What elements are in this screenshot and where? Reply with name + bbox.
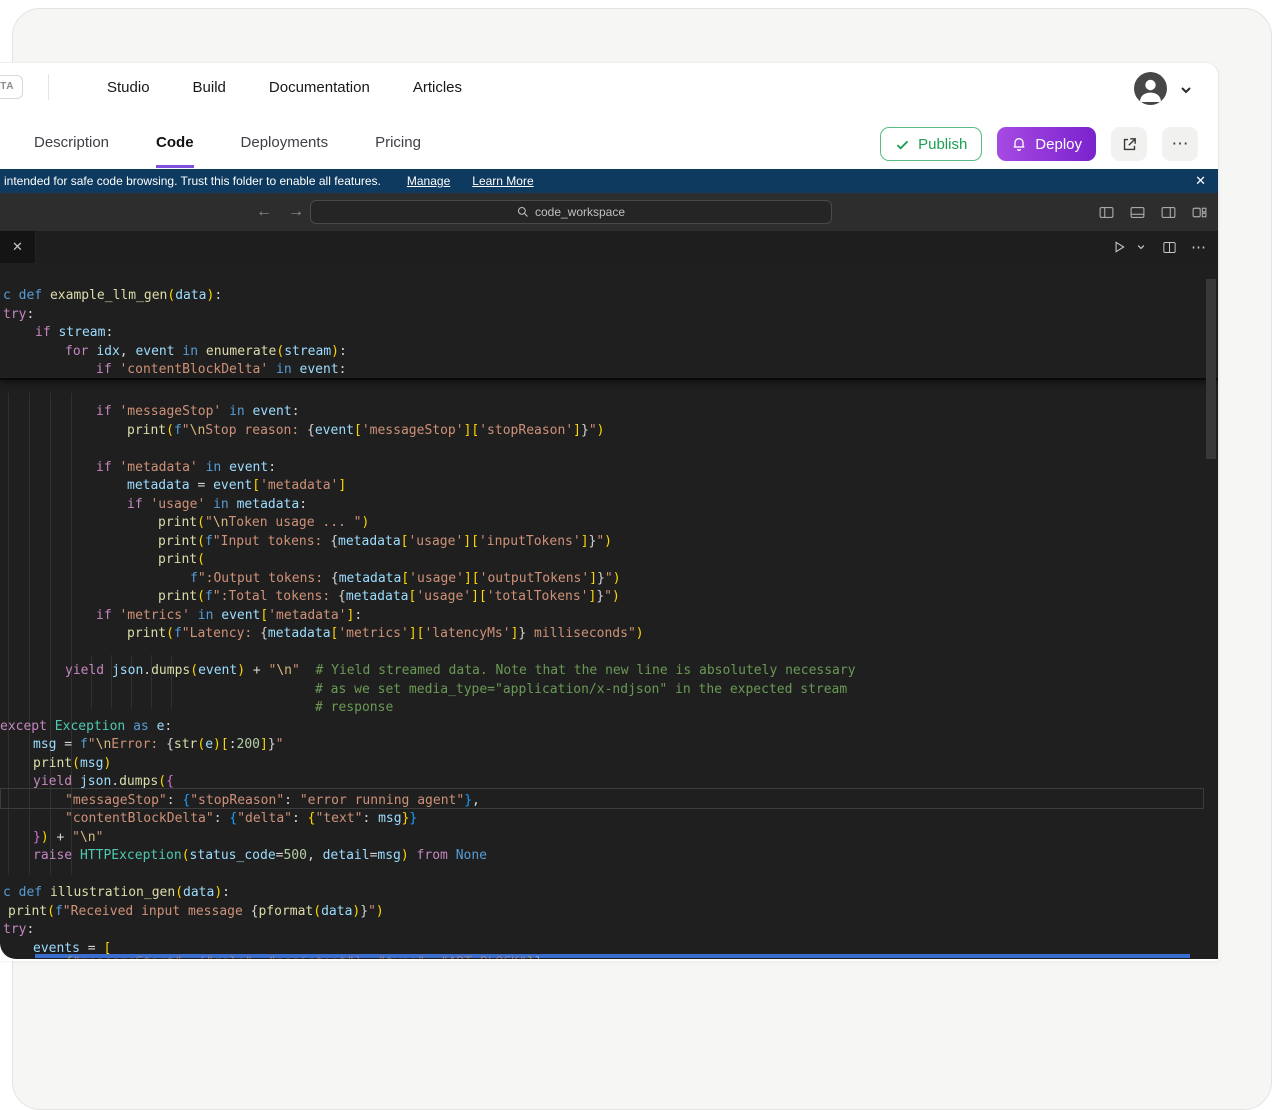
nav-item-articles[interactable]: Articles	[413, 63, 462, 113]
editor-more-icon[interactable]: ⋯	[1191, 238, 1206, 256]
code-line: print(f"Received input message {pformat(…	[8, 902, 384, 921]
workspace-name: code_workspace	[535, 205, 625, 219]
app-card: ETA Studio Build Documentation Articles Des…	[0, 62, 1219, 961]
search-magnifier-icon	[517, 206, 529, 218]
code-line: yield json.dumps({	[33, 772, 174, 791]
nav-divider	[48, 74, 49, 100]
code-line: if 'usage' in metadata:	[127, 495, 307, 514]
code-line: "messageStop": {"stopReason": "error run…	[65, 791, 480, 810]
avatar[interactable]	[1134, 72, 1167, 105]
code-line: print(f":Total tokens: {metadata['usage'…	[158, 587, 620, 606]
tab-close-icon[interactable]: ✕	[0, 231, 36, 263]
panel-bottom-icon[interactable]	[1126, 201, 1148, 223]
code-line: f":Output tokens: {metadata['usage']['ou…	[190, 569, 621, 588]
layout-controls	[1095, 201, 1210, 223]
bell-icon	[1011, 136, 1027, 152]
tab-pricing[interactable]: Pricing	[375, 121, 421, 168]
code-line: if 'metrics' in event['metadata']:	[96, 606, 362, 625]
panel-right-icon[interactable]	[1157, 201, 1179, 223]
banner-close-icon[interactable]: ✕	[1195, 173, 1206, 189]
code-line: {"messageStart": {"role": "assistant"}, …	[65, 953, 550, 959]
code-line: if 'contentBlockDelta' in event:	[96, 360, 346, 379]
nav-item-studio[interactable]: Studio	[107, 63, 150, 113]
code-editor[interactable]: print(event['contentBlockDelta']['delta'…	[0, 263, 1218, 959]
command-center-search[interactable]: code_workspace	[310, 200, 832, 224]
code-line: print(f"Latency: {metadata['metrics']['l…	[127, 624, 644, 643]
page-actions: Publish Deploy ⋯	[880, 127, 1198, 161]
banner-learn-more-link[interactable]: Learn More	[472, 174, 533, 188]
more-actions-button[interactable]: ⋯	[1162, 127, 1198, 161]
restricted-mode-banner: intended for safe code browsing. Trust t…	[0, 169, 1218, 193]
code-line: # response	[315, 698, 393, 717]
code-line: except Exception as e:	[0, 717, 172, 736]
tab-description[interactable]: Description	[34, 121, 109, 168]
code-line: }) + "\n"	[33, 828, 103, 847]
editor-titlebar: ← → code_workspace	[0, 193, 1218, 231]
open-external-button[interactable]	[1111, 127, 1147, 161]
code-line: # as we set media_type="application/x-nd…	[315, 680, 847, 699]
nav-item-documentation[interactable]: Documentation	[269, 63, 370, 113]
sticky-scroll: c def example_llm_gen(data):try:if strea…	[0, 263, 1218, 380]
code-line: print(f"Input tokens: {metadata['usage']…	[158, 532, 612, 551]
editor-tabbar: ✕ ⋯	[0, 231, 1218, 263]
publish-button[interactable]: Publish	[880, 127, 982, 161]
code-line: msg = f"\nError: {str(e)[:200]}"	[33, 735, 284, 754]
code-line: metadata = event['metadata']	[127, 476, 346, 495]
panel-left-icon[interactable]	[1095, 201, 1117, 223]
deploy-button[interactable]: Deploy	[997, 127, 1096, 161]
code-line: raise HTTPException(status_code=500, det…	[33, 846, 487, 865]
code-line: yield json.dumps(event) + "\n" # Yield s…	[65, 661, 856, 680]
code-line: if stream:	[35, 323, 113, 342]
code-line: try:	[3, 920, 34, 939]
ellipsis-icon: ⋯	[1172, 134, 1189, 154]
code-line: print(	[158, 550, 205, 569]
code-line: if 'metadata' in event:	[96, 458, 276, 477]
run-play-icon[interactable]	[1112, 240, 1126, 254]
page-tabs-row: Description Code Deployments Pricing Publis…	[0, 113, 1218, 169]
code-line: print(f"\nStop reason: {event['messageSt…	[127, 421, 604, 440]
external-link-icon	[1121, 136, 1138, 153]
split-editor-icon[interactable]	[1162, 240, 1177, 255]
publish-label: Publish	[918, 136, 967, 153]
beta-badge: ETA	[0, 75, 23, 99]
top-navbar: ETA Studio Build Documentation Articles	[0, 63, 1218, 113]
code-line: "contentBlockDelta": {"delta": {"text": …	[65, 809, 417, 828]
chevron-down-icon[interactable]	[1179, 83, 1193, 97]
deploy-label: Deploy	[1035, 136, 1082, 153]
page-tabs: Description Code Deployments Pricing	[34, 121, 421, 169]
banner-manage-link[interactable]: Manage	[407, 174, 450, 188]
editor-scrollbar[interactable]	[1206, 279, 1216, 459]
avatar-person-icon	[1134, 72, 1167, 105]
code-line: for idx, event in enumerate(stream):	[65, 342, 347, 361]
code-line: if 'messageStop' in event:	[96, 402, 300, 421]
code-line: c def illustration_gen(data):	[3, 883, 230, 902]
run-chevron-icon[interactable]	[1136, 242, 1146, 252]
check-icon	[895, 137, 910, 152]
code-line: print(msg)	[33, 754, 111, 773]
tab-code[interactable]: Code	[156, 121, 194, 168]
code-line: c def example_llm_gen(data):	[3, 286, 222, 305]
nav-item-build[interactable]: Build	[193, 63, 226, 113]
back-arrow-icon[interactable]: ←	[256, 193, 272, 231]
banner-message: intended for safe code browsing. Trust t…	[4, 174, 381, 188]
tab-deployments[interactable]: Deployments	[241, 121, 329, 168]
code-line: try:	[3, 305, 34, 324]
editor-actions: ⋯	[1112, 231, 1206, 263]
layout-custom-icon[interactable]	[1188, 201, 1210, 223]
primary-nav: Studio Build Documentation Articles	[107, 63, 462, 113]
forward-arrow-icon[interactable]: →	[288, 193, 304, 231]
code-line: print("\nToken usage ... ")	[158, 513, 369, 532]
